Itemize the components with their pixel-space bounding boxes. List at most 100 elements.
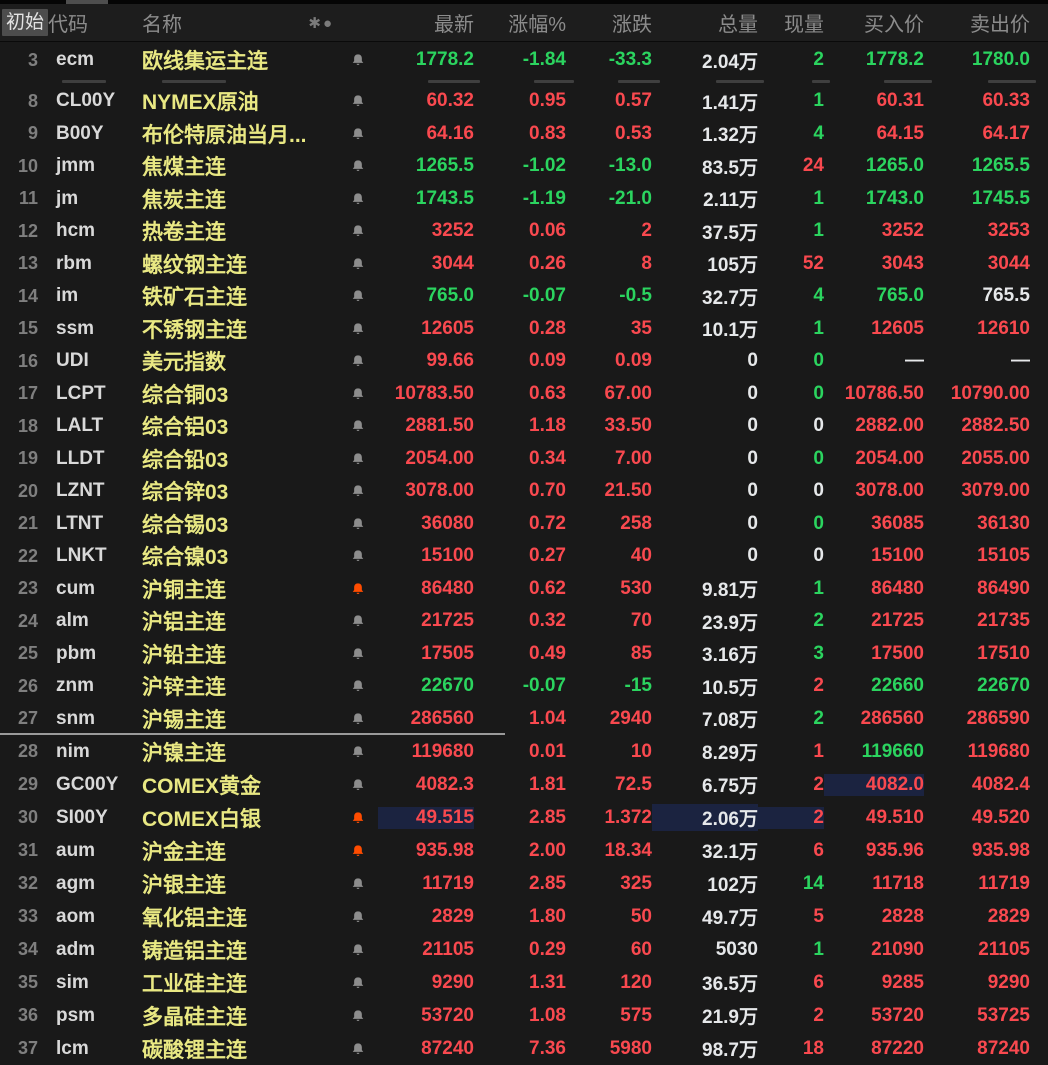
instrument-code: im	[56, 285, 79, 307]
table-row[interactable]: 28 nim 沪镍主连 119680 0.01 10 8.29万 1 119660 119680	[0, 735, 1048, 768]
cell-last: 4082.3	[415, 773, 474, 795]
table-row[interactable]: 18 LALT 综合铝03 2881.50 1.18 33.50 0 0 2882.00 2882…	[0, 410, 1048, 443]
cell-bid: 2828	[881, 905, 924, 927]
cell-ask: 17510	[977, 642, 1030, 664]
row-number: 20	[17, 480, 38, 501]
instrument-code: LNKT	[56, 545, 107, 567]
cell-cur: 4	[813, 122, 824, 144]
bell-icon[interactable]	[338, 127, 378, 141]
bell-icon[interactable]	[338, 452, 378, 466]
bell-icon[interactable]	[338, 1009, 378, 1023]
bell-icon[interactable]	[338, 192, 378, 206]
table-row[interactable]: 27 snm 沪锡主连 286560 1.04 2940 7.08万 2 286560 28659…	[0, 703, 1048, 736]
column-header-cur[interactable]: 现量	[758, 8, 824, 37]
table-row[interactable]: 17 LCPT 综合铜03 10783.50 0.63 67.00 0 0 10786.50 10…	[0, 378, 1048, 411]
cell-vol: 0	[747, 512, 758, 534]
bell-icon[interactable]	[338, 387, 378, 401]
cell-pct: 0.34	[529, 447, 566, 469]
bell-icon[interactable]	[338, 94, 378, 108]
column-header-chg[interactable]: 涨跌	[566, 8, 652, 37]
table-row[interactable]: 25 pbm 沪铅主连 17505 0.49 85 3.16万 3 17500 17510	[0, 638, 1048, 671]
cell-chg: 50	[630, 905, 652, 927]
bell-icon[interactable]	[338, 484, 378, 498]
row-number: 33	[17, 906, 38, 926]
column-header-vol[interactable]: 总量	[652, 8, 758, 37]
table-row[interactable]: 35 sim 工业硅主连 9290 1.31 120 36.5万 6 9285 9290	[0, 966, 1048, 999]
column-header-bid[interactable]: 买入价	[824, 8, 924, 37]
bell-icon[interactable]	[338, 614, 378, 628]
table-row[interactable]: 33 aom 氧化铝主连 2829 1.80 50 49.7万 5 2828 2829	[0, 900, 1048, 933]
instrument-code: pbm	[56, 642, 97, 664]
table-row[interactable]: 34 adm 铸造铝主连 21105 0.29 60 5030 1 21090 21105	[0, 933, 1048, 966]
bell-icon[interactable]	[338, 943, 378, 957]
bell-icon[interactable]	[338, 517, 378, 531]
cell-chg: 0.53	[615, 122, 652, 144]
table-row[interactable]: 12 hcm 热卷主连 3252 0.06 2 37.5万 1 3252 3253	[0, 215, 1048, 248]
bell-icon[interactable]	[338, 224, 378, 238]
table-row[interactable]: 19 LLDT 综合铅03 2054.00 0.34 7.00 0 0 2054.00 2055.…	[0, 443, 1048, 476]
bell-icon[interactable]	[338, 53, 378, 67]
bell-icon[interactable]	[338, 322, 378, 336]
bell-icon[interactable]	[338, 976, 378, 990]
initial-button[interactable]: 初始	[2, 9, 49, 36]
bell-icon[interactable]	[338, 679, 378, 693]
table-row[interactable]: 36 psm 多晶硅主连 53720 1.08 575 21.9万 2 53720 53725	[0, 999, 1048, 1032]
column-header-initial[interactable]: 初始	[0, 9, 49, 36]
table-row[interactable]: 11 jm 焦炭主连 1743.5 -1.19 -21.0 2.11万 1 1743.0 1745…	[0, 183, 1048, 216]
cell-ask: 286590	[966, 707, 1030, 729]
column-header-pct[interactable]: 涨幅%	[474, 8, 566, 37]
cell-pct: 0.28	[529, 317, 566, 339]
table-row[interactable]: 16 UDI 美元指数 99.66 0.09 0.09 0 0 — —	[0, 345, 1048, 378]
row-number: 15	[17, 318, 38, 339]
table-row[interactable]: 14 im 铁矿石主连 765.0 -0.07 -0.5 32.7万 4 765.0 765.5	[0, 280, 1048, 313]
cell-bid: 53720	[871, 1004, 924, 1026]
table-row[interactable]: 23 cum 沪铜主连 86480 0.62 530 9.81万 1 86480 86490	[0, 573, 1048, 606]
table-row[interactable]: 24 alm 沪铝主连 21725 0.32 70 23.9万 2 21725 21735	[0, 605, 1048, 638]
column-header-last[interactable]: 最新	[378, 8, 474, 37]
table-row[interactable]: 20 LZNT 综合锌03 3078.00 0.70 21.50 0 0 3078.00 3079…	[0, 475, 1048, 508]
bell-icon[interactable]	[338, 582, 378, 596]
cell-chg: -21.0	[608, 187, 652, 209]
bell-icon[interactable]	[338, 354, 378, 368]
bell-icon[interactable]	[338, 712, 378, 726]
table-row[interactable]: 32 agm 沪银主连 11719 2.85 325 102万 14 11718 11719	[0, 867, 1048, 900]
bell-icon[interactable]	[338, 549, 378, 563]
table-row[interactable]: 31 aum 沪金主连 935.98 2.00 18.34 32.1万 6 935.96 935.…	[0, 834, 1048, 867]
cell-chg: 5980	[609, 1037, 652, 1059]
bell-icon[interactable]	[338, 745, 378, 759]
table-row[interactable]: 8 CL00Y NYMEX原油 60.32 0.95 0.57 1.41万 1 60.31 60.…	[0, 85, 1048, 118]
table-row[interactable]: 13 rbm 螺纹钢主连 3044 0.26 8 105万 52 3043 3044	[0, 248, 1048, 281]
bell-icon[interactable]	[338, 877, 378, 891]
instrument-name: 综合铅03	[142, 448, 229, 472]
table-row[interactable]: 22 LNKT 综合镍03 15100 0.27 40 0 0 15100 15105	[0, 540, 1048, 573]
table-row[interactable]: 21 LTNT 综合锡03 36080 0.72 258 0 0 36085 36130	[0, 508, 1048, 541]
table-row[interactable]: 15 ssm 不锈钢主连 12605 0.28 35 10.1万 1 12605 12610	[0, 313, 1048, 346]
table-row[interactable]: 29 GC00Y COMEX黄金 4082.3 1.81 72.5 6.75万 2 4082.0…	[0, 768, 1048, 801]
bell-icon[interactable]	[338, 811, 378, 825]
bell-icon[interactable]	[338, 1042, 378, 1056]
bell-icon[interactable]	[338, 910, 378, 924]
column-header-ask[interactable]: 卖出价	[924, 8, 1030, 37]
table-row[interactable]: 30 SI00Y COMEX白银 49.515 2.85 1.372 2.06万 2 49.51…	[0, 801, 1048, 834]
bell-icon[interactable]	[338, 289, 378, 303]
column-header-code[interactable]: 代码	[48, 8, 142, 37]
bell-icon[interactable]	[338, 647, 378, 661]
table-row[interactable]: 26 znm 沪锌主连 22670 -0.07 -15 10.5万 2 22660 22670	[0, 670, 1048, 703]
cell-last: 17505	[421, 642, 474, 664]
table-row[interactable]: 37 lcm 碳酸锂主连 87240 7.36 5980 98.7万 18 87220 87240	[0, 1032, 1048, 1065]
bell-icon[interactable]	[338, 257, 378, 271]
bell-icon[interactable]	[338, 844, 378, 858]
table-row[interactable]: 9 B00Y 布伦特原油当月... 64.16 0.83 0.53 1.32万 4 64.15 6…	[0, 118, 1048, 151]
cell-ask: 87240	[977, 1037, 1030, 1059]
table-row[interactable]: 10 jmm 焦煤主连 1265.5 -1.02 -13.0 83.5万 24 1265.0 12…	[0, 150, 1048, 183]
cell-bid: 60.31	[876, 90, 924, 112]
bell-icon[interactable]	[338, 159, 378, 173]
bell-icon[interactable]	[338, 419, 378, 433]
column-header-name[interactable]: 名称 ✱●	[142, 8, 338, 37]
pane-divider[interactable]	[0, 733, 505, 735]
cell-last: 64.16	[426, 122, 474, 144]
bell-icon[interactable]	[338, 778, 378, 792]
instrument-name: 沪铜主连	[142, 578, 226, 602]
table-row[interactable]: 3 ecm 欧线集运主连 1778.2 -1.84 -33.3 2.04万 2 1778.2 17…	[0, 42, 1048, 78]
cell-vol: 32.1万	[702, 842, 758, 863]
